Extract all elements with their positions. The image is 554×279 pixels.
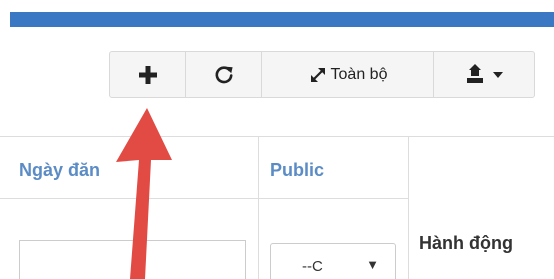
- export-icon: [467, 63, 483, 83]
- public-filter-select[interactable]: --C ▼: [270, 243, 396, 279]
- public-filter-value: --C: [302, 257, 323, 275]
- column-header-public[interactable]: Public: [270, 160, 324, 181]
- date-filter-input[interactable]: [19, 240, 246, 279]
- page: Toàn bộ Ngày đăn Public Hành động --C ▼: [0, 0, 554, 279]
- column-header-date[interactable]: Ngày đăn: [19, 160, 100, 181]
- toggle-all-label: Toàn bộ: [330, 65, 388, 83]
- add-button[interactable]: [109, 51, 186, 98]
- table-top-border: [0, 136, 554, 137]
- column-header-action: Hành động: [419, 233, 513, 253]
- column-divider: [408, 136, 409, 279]
- caret-down-icon: [493, 71, 503, 78]
- table-toolbar: Toàn bộ: [109, 51, 535, 98]
- refresh-icon: [215, 65, 233, 83]
- plus-icon: [138, 65, 157, 84]
- top-accent-bar: [10, 12, 554, 27]
- column-divider: [258, 136, 259, 279]
- expand-icon: [310, 67, 325, 82]
- export-dropdown-button[interactable]: [433, 51, 535, 98]
- toggle-all-button[interactable]: Toàn bộ: [261, 51, 434, 98]
- header-row-divider: [0, 198, 408, 199]
- caret-down-icon: ▼: [366, 257, 379, 272]
- refresh-button[interactable]: [185, 51, 262, 98]
